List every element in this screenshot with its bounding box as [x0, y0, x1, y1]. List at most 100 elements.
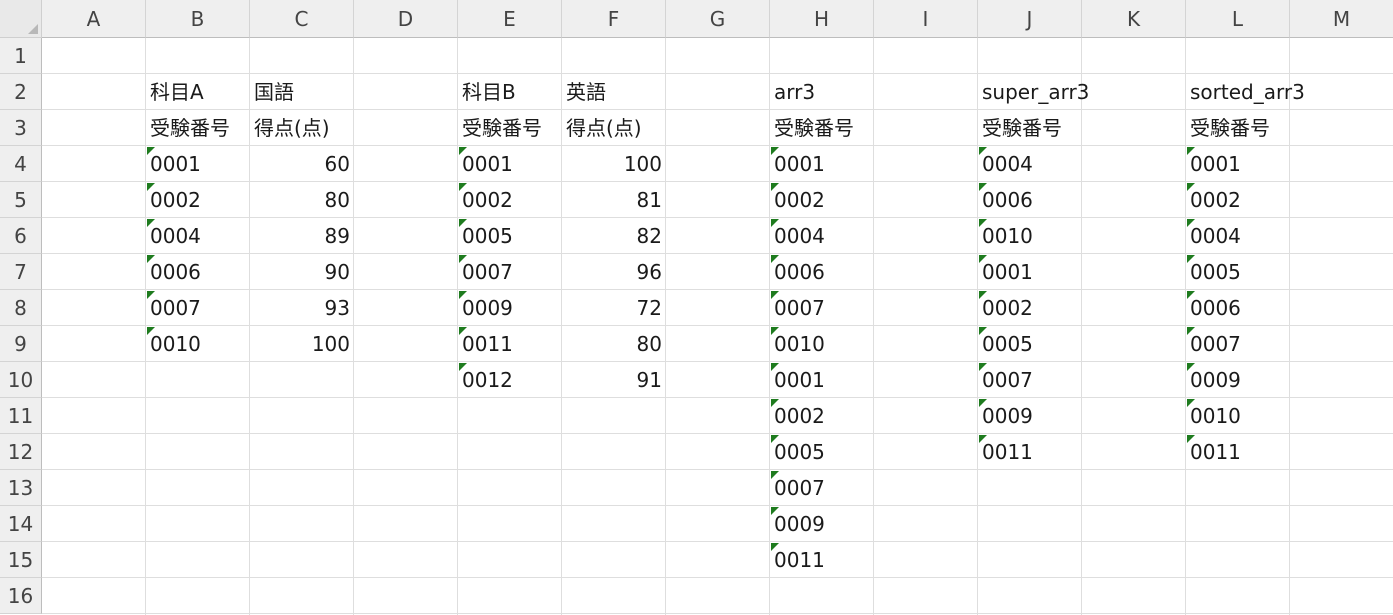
cell-h7[interactable]: 0006	[770, 254, 874, 290]
cell-c6[interactable]: 89	[250, 218, 354, 254]
column-header-j[interactable]: J	[978, 0, 1082, 38]
row-header-8[interactable]: 8	[0, 290, 42, 326]
column-header-i[interactable]: I	[874, 0, 978, 38]
cell-l8[interactable]: 0006	[1186, 290, 1290, 326]
row-header-13[interactable]: 13	[0, 470, 42, 506]
cell-h8[interactable]: 0007	[770, 290, 874, 326]
cell-b7[interactable]: 0006	[146, 254, 250, 290]
cell-e5[interactable]: 0002	[458, 182, 562, 218]
row-header-10[interactable]: 10	[0, 362, 42, 398]
cell-c2[interactable]: 国語	[250, 74, 354, 110]
row-header-1[interactable]: 1	[0, 38, 42, 74]
cell-e8[interactable]: 0009	[458, 290, 562, 326]
cell-e9[interactable]: 0011	[458, 326, 562, 362]
cell-b8[interactable]: 0007	[146, 290, 250, 326]
row-header-14[interactable]: 14	[0, 506, 42, 542]
cell-e6[interactable]: 0005	[458, 218, 562, 254]
cell-h6[interactable]: 0004	[770, 218, 874, 254]
row-header-3[interactable]: 3	[0, 110, 42, 146]
cell-j12[interactable]: 0011	[978, 434, 1082, 470]
cell-l2[interactable]: sorted_arr3	[1186, 74, 1305, 110]
cell-h4[interactable]: 0001	[770, 146, 874, 182]
column-header-b[interactable]: B	[146, 0, 250, 38]
cell-b5[interactable]: 0002	[146, 182, 250, 218]
cell-j3[interactable]: 受験番号	[978, 110, 1082, 146]
select-all-button[interactable]	[0, 0, 42, 38]
cell-j2[interactable]: super_arr3	[978, 74, 1089, 110]
row-header-4[interactable]: 4	[0, 146, 42, 182]
cell-b4[interactable]: 0001	[146, 146, 250, 182]
row-header-15[interactable]: 15	[0, 542, 42, 578]
cell-f3[interactable]: 得点(点)	[562, 110, 666, 146]
cell-b2[interactable]: 科目A	[146, 74, 250, 110]
column-header-h[interactable]: H	[770, 0, 874, 38]
cell-c4[interactable]: 60	[250, 146, 354, 182]
cell-h11[interactable]: 0002	[770, 398, 874, 434]
cell-h5[interactable]: 0002	[770, 182, 874, 218]
cell-c7[interactable]: 90	[250, 254, 354, 290]
cell-f10[interactable]: 91	[562, 362, 666, 398]
cell-c9[interactable]: 100	[250, 326, 354, 362]
cell-l10[interactable]: 0009	[1186, 362, 1290, 398]
row-header-12[interactable]: 12	[0, 434, 42, 470]
cell-h2[interactable]: arr3	[770, 74, 874, 110]
cell-c8[interactable]: 93	[250, 290, 354, 326]
cell-c3[interactable]: 得点(点)	[250, 110, 354, 146]
cell-f6[interactable]: 82	[562, 218, 666, 254]
row-header-5[interactable]: 5	[0, 182, 42, 218]
cell-l3[interactable]: 受験番号	[1186, 110, 1290, 146]
cell-b3[interactable]: 受験番号	[146, 110, 250, 146]
cell-l7[interactable]: 0005	[1186, 254, 1290, 290]
row-header-7[interactable]: 7	[0, 254, 42, 290]
row-header-9[interactable]: 9	[0, 326, 42, 362]
column-header-m[interactable]: M	[1290, 0, 1393, 38]
cell-j9[interactable]: 0005	[978, 326, 1082, 362]
cell-j10[interactable]: 0007	[978, 362, 1082, 398]
column-header-e[interactable]: E	[458, 0, 562, 38]
column-header-k[interactable]: K	[1082, 0, 1186, 38]
cell-e7[interactable]: 0007	[458, 254, 562, 290]
cell-b9[interactable]: 0010	[146, 326, 250, 362]
cell-f9[interactable]: 80	[562, 326, 666, 362]
spreadsheet-grid[interactable]: A B C D E F G H I J K L M 1 2 3 4 5 6 7 8 9 10 11 12 13 14 15 16 科目A 国…	[0, 0, 1393, 615]
cell-h13[interactable]: 0007	[770, 470, 874, 506]
cell-b6[interactable]: 0004	[146, 218, 250, 254]
row-header-16[interactable]: 16	[0, 578, 42, 614]
cell-l12[interactable]: 0011	[1186, 434, 1290, 470]
cell-e2[interactable]: 科目B	[458, 74, 562, 110]
cell-h14[interactable]: 0009	[770, 506, 874, 542]
column-header-l[interactable]: L	[1186, 0, 1290, 38]
column-header-a[interactable]: A	[42, 0, 146, 38]
column-header-c[interactable]: C	[250, 0, 354, 38]
cell-j8[interactable]: 0002	[978, 290, 1082, 326]
cell-l9[interactable]: 0007	[1186, 326, 1290, 362]
cell-j11[interactable]: 0009	[978, 398, 1082, 434]
cell-j4[interactable]: 0004	[978, 146, 1082, 182]
cell-j7[interactable]: 0001	[978, 254, 1082, 290]
cell-j6[interactable]: 0010	[978, 218, 1082, 254]
column-header-d[interactable]: D	[354, 0, 458, 38]
column-header-f[interactable]: F	[562, 0, 666, 38]
row-header-2[interactable]: 2	[0, 74, 42, 110]
cell-l11[interactable]: 0010	[1186, 398, 1290, 434]
row-header-6[interactable]: 6	[0, 218, 42, 254]
cell-f4[interactable]: 100	[562, 146, 666, 182]
cell-h12[interactable]: 0005	[770, 434, 874, 470]
cell-h15[interactable]: 0011	[770, 542, 874, 578]
row-header-11[interactable]: 11	[0, 398, 42, 434]
cell-h10[interactable]: 0001	[770, 362, 874, 398]
cell-l5[interactable]: 0002	[1186, 182, 1290, 218]
cell-l6[interactable]: 0004	[1186, 218, 1290, 254]
cell-h3[interactable]: 受験番号	[770, 110, 874, 146]
cell-h9[interactable]: 0010	[770, 326, 874, 362]
cell-f5[interactable]: 81	[562, 182, 666, 218]
cell-l4[interactable]: 0001	[1186, 146, 1290, 182]
cell-f7[interactable]: 96	[562, 254, 666, 290]
cell-e4[interactable]: 0001	[458, 146, 562, 182]
cell-j5[interactable]: 0006	[978, 182, 1082, 218]
column-header-g[interactable]: G	[666, 0, 770, 38]
cell-e10[interactable]: 0012	[458, 362, 562, 398]
cell-e3[interactable]: 受験番号	[458, 110, 562, 146]
cell-f2[interactable]: 英語	[562, 74, 666, 110]
cell-c5[interactable]: 80	[250, 182, 354, 218]
